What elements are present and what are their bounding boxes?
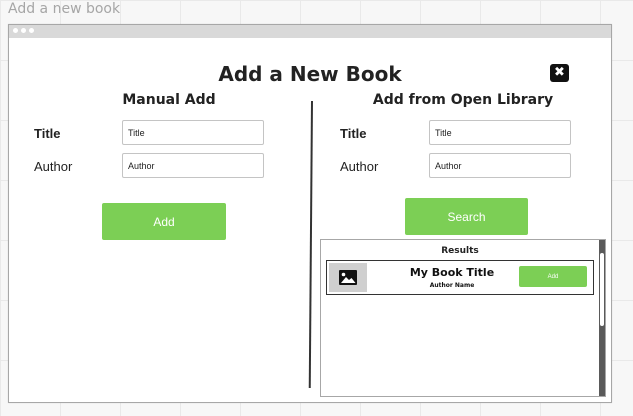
window-dot-icon[interactable] bbox=[21, 28, 26, 33]
section-divider bbox=[308, 100, 313, 388]
close-button[interactable]: ✖ bbox=[550, 64, 569, 82]
search-button[interactable]: Search bbox=[405, 198, 528, 235]
ol-author-input[interactable] bbox=[429, 153, 571, 178]
results-heading: Results bbox=[441, 246, 479, 256]
window-dot-icon[interactable] bbox=[13, 28, 18, 33]
scrollbar-thumb[interactable] bbox=[600, 253, 604, 326]
book-cover-thumbnail bbox=[329, 263, 367, 292]
image-placeholder-icon bbox=[339, 270, 357, 285]
result-item: My Book Title Author Name Add bbox=[326, 260, 594, 295]
manual-author-input[interactable] bbox=[122, 153, 264, 178]
browser-frame: Add a New Book ✖ Manual Add Title Author… bbox=[8, 24, 612, 403]
result-author-name: Author Name bbox=[429, 282, 475, 289]
ol-author-label: Author bbox=[340, 159, 379, 174]
window-controls bbox=[13, 28, 34, 33]
ol-title-label: Title bbox=[340, 126, 367, 141]
manual-title-label: Title bbox=[34, 126, 61, 141]
window-dot-icon[interactable] bbox=[29, 28, 34, 33]
manual-add-heading: Manual Add bbox=[122, 92, 216, 108]
ol-title-input[interactable] bbox=[429, 120, 571, 145]
manual-add-button[interactable]: Add bbox=[102, 203, 226, 240]
window-titlebar bbox=[9, 25, 611, 38]
result-book-title: My Book Title bbox=[409, 266, 495, 279]
close-icon: ✖ bbox=[554, 65, 565, 80]
result-add-button[interactable]: Add bbox=[519, 266, 587, 287]
dialog-title: Add a New Book bbox=[218, 62, 402, 86]
canvas-label: Add a new book bbox=[8, 1, 121, 17]
manual-title-input[interactable] bbox=[122, 120, 264, 145]
results-scrollbar[interactable] bbox=[599, 240, 605, 396]
manual-author-label: Author bbox=[34, 159, 73, 174]
results-panel: Results My Book Title Author Name Add bbox=[320, 239, 606, 397]
open-library-heading: Add from Open Library bbox=[372, 92, 554, 108]
